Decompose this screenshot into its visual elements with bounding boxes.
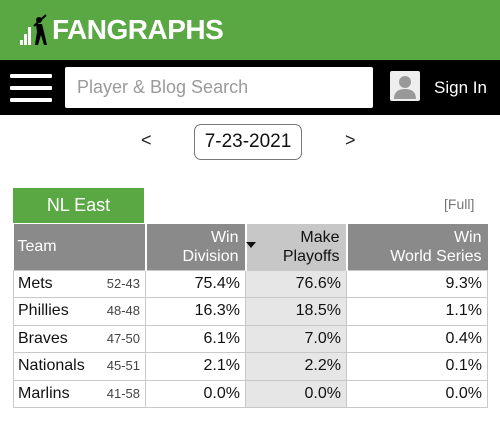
fangraphs-logo[interactable]: FANGRAPHS: [20, 13, 224, 47]
win-world-series-value: 0.0%: [346, 379, 488, 408]
team-record: 41-58: [106, 385, 140, 401]
win-division-value: 0.0%: [145, 379, 246, 408]
division-tab-nl-east[interactable]: NL East: [13, 188, 144, 223]
user-avatar-icon[interactable]: [390, 71, 420, 101]
column-header-label: World Series: [390, 247, 482, 265]
win-division-value: 2.1%: [145, 352, 246, 381]
column-header-win-world-series[interactable]: Win World Series: [346, 224, 488, 270]
sign-in-link[interactable]: Sign In: [434, 78, 487, 98]
team-cell: Mets 52-43: [13, 269, 146, 298]
win-world-series-value: 1.1%: [346, 297, 488, 326]
search-input[interactable]: [65, 67, 373, 108]
make-playoffs-value: 7.0%: [245, 324, 347, 353]
team-cell: Phillies 48-48: [13, 297, 146, 326]
team-name-link[interactable]: Mets: [18, 275, 53, 292]
make-playoffs-value: 2.2%: [245, 352, 347, 381]
make-playoffs-value: 0.0%: [245, 379, 347, 408]
sort-descending-icon: [245, 242, 256, 248]
column-header-win-division[interactable]: Win Division: [145, 224, 247, 270]
team-record: 48-48: [106, 303, 140, 318]
column-header-make-playoffs[interactable]: Make Playoffs: [245, 224, 348, 270]
column-header-label: Win: [210, 228, 239, 246]
team-cell: Nationals 45-51: [13, 352, 146, 381]
table-row: Mets 52-43 75.4% 76.6% 9.3%: [13, 269, 488, 298]
column-header-label: Team: [17, 237, 57, 255]
win-world-series-value: 0.1%: [346, 352, 488, 381]
win-division-value: 75.4%: [145, 269, 246, 298]
make-playoffs-value: 18.5%: [245, 297, 347, 326]
previous-date-arrow[interactable]: <: [141, 130, 152, 151]
team-name-link[interactable]: Nationals: [18, 357, 85, 374]
win-world-series-value: 9.3%: [346, 269, 488, 298]
table-row: Nationals 45-51 2.1% 2.2% 0.1%: [13, 352, 488, 381]
team-name-link[interactable]: Phillies: [18, 302, 69, 319]
team-record: 52-43: [106, 275, 140, 291]
column-header-label: Win: [453, 228, 482, 246]
column-header-label: Make: [300, 228, 340, 246]
hamburger-menu-icon[interactable]: [10, 72, 52, 104]
full-standings-link[interactable]: [Full]: [444, 196, 474, 212]
table-header-row: Team Win Division Make Playoffs Win Worl…: [13, 224, 488, 270]
column-header-label: Division: [182, 247, 239, 265]
batter-logo-icon: [20, 14, 47, 45]
win-division-value: 16.3%: [145, 297, 246, 326]
team-name-link[interactable]: Marlins: [18, 385, 70, 402]
column-header-team[interactable]: Team: [13, 224, 147, 270]
table-row: Marlins 41-58 0.0% 0.0% 0.0%: [13, 379, 488, 408]
table-row: Phillies 48-48 16.3% 18.5% 1.1%: [13, 297, 488, 326]
top-bar: FANGRAPHS: [0, 0, 500, 60]
win-world-series-value: 0.4%: [346, 324, 488, 353]
team-cell: Marlins 41-58: [13, 379, 146, 408]
win-division-value: 6.1%: [145, 324, 246, 353]
team-record: 47-50: [106, 330, 140, 346]
make-playoffs-value: 76.6%: [245, 269, 347, 298]
team-record: 45-51: [106, 358, 140, 373]
team-cell: Braves 47-50: [13, 324, 146, 353]
date-navigation: < 7-23-2021 >: [0, 124, 500, 160]
column-header-label: Playoffs: [282, 247, 340, 265]
brand-name: FANGRAPHS: [52, 14, 224, 45]
playoff-odds-table: Team Win Division Make Playoffs Win Worl…: [13, 224, 488, 408]
nav-bar: Sign In: [0, 60, 500, 115]
date-selector[interactable]: 7-23-2021: [194, 124, 302, 160]
table-row: Braves 47-50 6.1% 7.0% 0.4%: [13, 324, 488, 353]
team-name-link[interactable]: Braves: [18, 330, 68, 347]
next-date-arrow[interactable]: >: [345, 130, 356, 151]
